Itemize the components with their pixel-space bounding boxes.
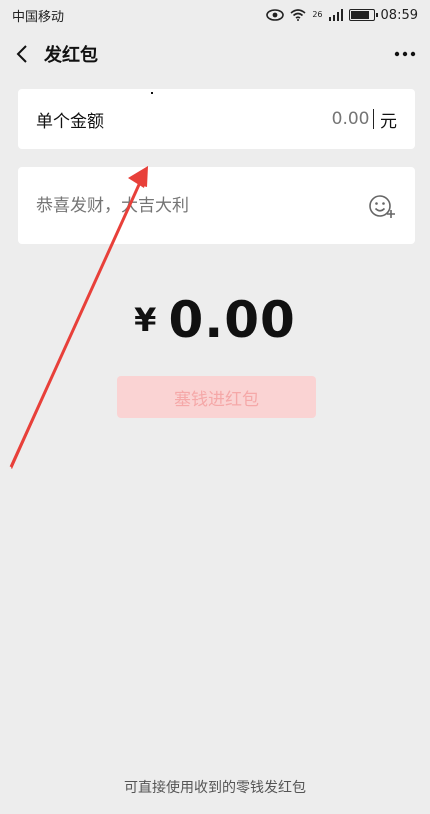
back-icon[interactable] <box>0 30 44 78</box>
text-cursor <box>372 109 374 129</box>
amount-input[interactable] <box>289 109 370 129</box>
stray-mark <box>151 92 153 94</box>
emoji-icon[interactable] <box>367 191 397 221</box>
footer-hint: 可直接使用收到的零钱发红包 <box>124 780 306 796</box>
put-money-button[interactable]: 塞钱进红包 <box>117 376 316 418</box>
eye-comfort-icon <box>266 9 285 21</box>
network-type-label: 26 <box>312 10 323 19</box>
currency-unit-label: 元 <box>380 111 397 132</box>
more-options-icon[interactable] <box>380 30 430 78</box>
nav-bar: 发红包 <box>0 30 430 78</box>
signal-icon <box>328 9 343 21</box>
wifi-icon <box>290 9 306 21</box>
greeting-card <box>18 167 415 244</box>
status-bar: 中国移动 26 08:59 <box>0 0 430 30</box>
greeting-input[interactable] <box>36 195 367 216</box>
carrier-label: 中国移动 <box>12 9 65 25</box>
currency-symbol: ¥ <box>134 301 157 339</box>
amount-label: 单个金额 <box>36 111 104 132</box>
total-amount: ¥ 0.00 <box>0 290 430 350</box>
clock-label: 08:59 <box>380 7 418 23</box>
status-icons: 26 08:59 <box>266 8 418 23</box>
total-value: 0.00 <box>168 291 296 349</box>
amount-card: 单个金额 元 <box>18 89 415 149</box>
page-title: 发红包 <box>44 45 98 66</box>
battery-icon <box>348 9 378 21</box>
